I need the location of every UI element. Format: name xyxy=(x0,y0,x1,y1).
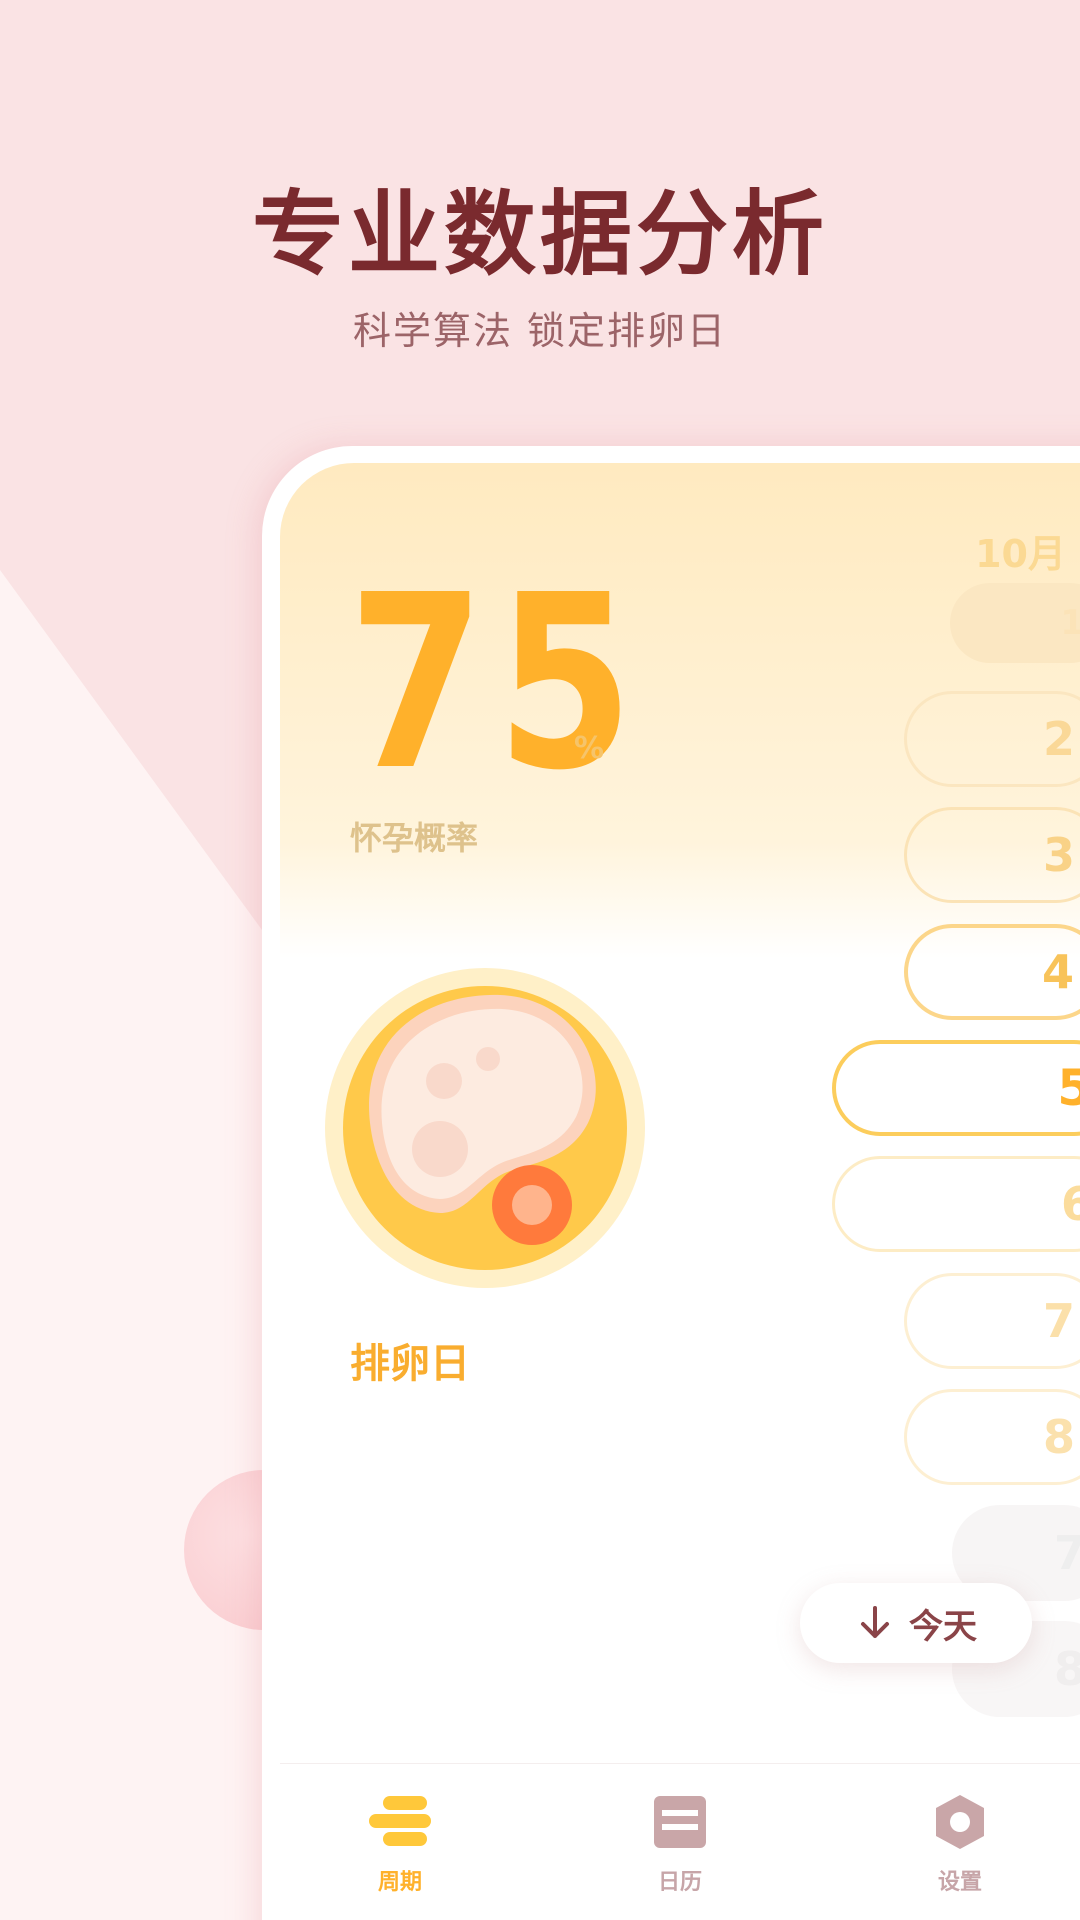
today-button[interactable]: 今天 xyxy=(800,1583,1032,1663)
page-subtitle: 科学算法 锁定排卵日 xyxy=(352,309,728,353)
probability-label: 怀孕概率 xyxy=(350,819,479,857)
day-item[interactable]: 4 xyxy=(904,924,1080,1020)
tab-cycle[interactable]: 周期 xyxy=(330,1792,470,1896)
cycle-icon xyxy=(369,1796,431,1846)
app-screen: 10月 75 % 怀孕概率 排卵日 1 2 3 4 5 6 7 8 7 8 今天 xyxy=(280,463,1080,1920)
day-item-selected[interactable]: 5 xyxy=(832,1040,1080,1136)
tab-cycle-label: 周期 xyxy=(377,1870,422,1895)
tab-calendar[interactable]: 日历 xyxy=(610,1792,750,1896)
month-label: 10月 xyxy=(975,532,1066,576)
day-item[interactable]: 2 xyxy=(904,691,1080,787)
today-button-label: 今天 xyxy=(909,1606,977,1647)
ovulation-illustration xyxy=(325,968,645,1288)
day-item[interactable]: 3 xyxy=(904,807,1080,903)
day-item[interactable]: 6 xyxy=(832,1156,1080,1252)
tab-settings[interactable]: 设置 xyxy=(890,1792,1030,1896)
calendar-icon xyxy=(654,1796,706,1848)
tab-calendar-label: 日历 xyxy=(657,1870,702,1895)
probability-value: 75 xyxy=(348,543,645,823)
probability-unit: % xyxy=(574,731,605,766)
bottom-tab-bar: 周期 日历 设置 xyxy=(280,1763,1080,1920)
tab-settings-label: 设置 xyxy=(937,1870,982,1895)
page-title: 专业数据分析 xyxy=(251,181,828,288)
settings-icon xyxy=(936,1795,984,1849)
day-item[interactable]: 8 xyxy=(904,1389,1080,1485)
arrow-down-icon xyxy=(861,1606,889,1638)
day-item[interactable]: 7 xyxy=(904,1273,1080,1369)
ovulation-day-label: 排卵日 xyxy=(350,1341,470,1387)
day-item[interactable]: 1 xyxy=(950,583,1080,663)
